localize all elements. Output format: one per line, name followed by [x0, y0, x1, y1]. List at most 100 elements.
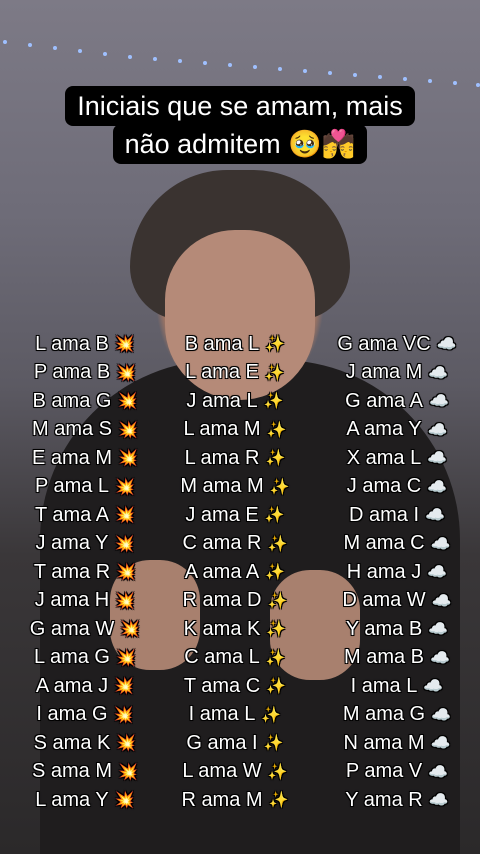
initials-row: M ama B ☁️	[322, 644, 472, 673]
collision-icon: 💥	[114, 336, 135, 354]
sparkles-icon: ✨	[264, 364, 285, 382]
sparkles-icon: ✨	[266, 621, 287, 639]
collision-icon: 💥	[116, 649, 136, 667]
sparkles-icon: ✨	[267, 535, 288, 553]
cloud-icon: ☁️	[436, 336, 457, 354]
initials-row: L ama R ✨	[160, 444, 310, 473]
initials-text: E ama M	[31, 446, 113, 469]
initials-row: G ama W 💥	[10, 615, 160, 644]
collision-icon: 💥	[116, 564, 137, 582]
initials-row: G ama I ✨	[160, 729, 310, 758]
cloud-icon: ☁️	[428, 393, 449, 411]
initials-row: A ama Y ☁️	[322, 416, 472, 445]
initials-row: J ama E ✨	[160, 501, 310, 530]
initials-text: M ama C	[343, 532, 425, 555]
initials-row: D ama I ☁️	[322, 501, 472, 530]
initials-row: J ama L ✨	[160, 387, 310, 416]
initials-text: C ama L	[184, 646, 260, 669]
cloud-icon: ☁️	[425, 507, 445, 525]
collision-icon: 💥	[120, 621, 141, 639]
initials-row: J ama M ☁️	[322, 359, 472, 388]
initials-text: I ama L	[350, 674, 418, 697]
cloud-icon: ☁️	[427, 450, 448, 468]
initials-text: I ama L	[188, 703, 256, 726]
collision-icon: 💥	[114, 678, 135, 696]
collision-icon: 💥	[118, 763, 138, 781]
initials-row: L ama W ✨	[160, 758, 310, 787]
initials-row: I ama L ✨	[160, 701, 310, 730]
initials-text: J ama C	[346, 475, 422, 498]
cloud-icon: ☁️	[423, 678, 444, 696]
collision-icon: 💥	[117, 393, 138, 411]
initials-row: R ama D ✨	[160, 587, 310, 616]
initials-row: P ama B 💥	[10, 359, 160, 388]
initials-row: J ama C ☁️	[322, 473, 472, 502]
initials-row: N ama M ☁️	[322, 729, 472, 758]
initials-text: J ama M	[345, 361, 423, 384]
initials-text: A ama A	[184, 560, 260, 583]
initials-text: L ama W	[182, 760, 262, 783]
cloud-icon: ☁️	[427, 478, 448, 496]
initials-row: M ama S 💥	[10, 416, 160, 445]
initials-row: R ama M ✨	[160, 786, 310, 815]
cloud-icon: ☁️	[427, 421, 448, 439]
cloud-icon: ☁️	[427, 564, 448, 582]
initials-column-3: G ama VC ☁️ J ama M ☁️ G ama A ☁️ A ama Y ☁️ X a…	[322, 330, 472, 815]
cloud-icon: ☁️	[428, 621, 449, 639]
initials-text: M ama G	[342, 703, 426, 726]
initials-text: Y ama R	[345, 788, 423, 811]
collision-icon: 💥	[118, 421, 138, 439]
collision-icon: 💥	[116, 735, 137, 753]
sparkles-icon: ✨	[265, 564, 286, 582]
initials-row: G ama VC ☁️	[322, 330, 472, 359]
initials-text: H ama J	[346, 560, 422, 583]
sparkles-icon: ✨	[261, 706, 282, 724]
initials-text: L ama Y	[35, 788, 109, 811]
initials-row: I ama G 💥	[10, 701, 160, 730]
initials-row: I ama L ☁️	[322, 672, 472, 701]
sparkles-icon: ✨	[263, 393, 284, 411]
video-caption: Iniciais que se amam, mais não admitem 🥹…	[0, 86, 480, 164]
initials-text: J ama H	[34, 589, 110, 612]
initials-row: L ama G 💥	[10, 644, 160, 673]
initials-row: P ama L 💥	[10, 473, 160, 502]
initials-text: A ama J	[35, 674, 109, 697]
sparkles-icon: ✨	[265, 450, 286, 468]
initials-text: G ama A	[345, 389, 423, 412]
collision-icon: 💥	[115, 592, 136, 610]
initials-text: J ama Y	[35, 532, 109, 555]
initials-text: T ama C	[183, 674, 261, 697]
initials-row: L ama Y 💥	[10, 786, 160, 815]
initials-text: K ama K	[183, 617, 261, 640]
collision-icon: 💥	[118, 450, 138, 468]
initials-column-1: L ama B 💥 P ama B 💥 B ama G 💥 M ama S 💥 E ama M 💥…	[10, 330, 160, 815]
initials-column-2: B ama L ✨ L ama E ✨ J ama L ✨ L ama M ✨ L ama R ✨…	[160, 330, 310, 815]
initials-text: L ama B	[35, 332, 109, 355]
initials-row: Y ama R ☁️	[322, 786, 472, 815]
initials-row: T ama A 💥	[10, 501, 160, 530]
caption-line-1: Iniciais que se amam, mais	[65, 86, 415, 126]
initials-text: M ama S	[31, 418, 113, 441]
sparkles-icon: ✨	[266, 421, 287, 439]
cloud-icon: ☁️	[431, 706, 452, 724]
caption-line-2: não admitem 🥹💏	[112, 124, 368, 164]
initials-row: L ama E ✨	[160, 359, 310, 388]
initials-text: I ama G	[36, 703, 108, 726]
initials-text: L ama E	[185, 361, 259, 384]
collision-icon: 💥	[116, 364, 137, 382]
collision-icon: 💥	[114, 792, 135, 810]
initials-row: S ama M 💥	[10, 758, 160, 787]
initials-row: T ama C ✨	[160, 672, 310, 701]
sparkles-icon: ✨	[269, 478, 290, 496]
initials-row: X ama L ☁️	[322, 444, 472, 473]
initials-row: B ama G 💥	[10, 387, 160, 416]
collision-icon: 💥	[114, 535, 135, 553]
sparkles-icon: ✨	[267, 763, 288, 781]
sparkles-icon: ✨	[267, 592, 288, 610]
initials-row: C ama L ✨	[160, 644, 310, 673]
cloud-icon: ☁️	[430, 649, 450, 667]
initials-row: J ama H 💥	[10, 587, 160, 616]
cloud-icon: ☁️	[428, 364, 449, 382]
initials-text: X ama L	[346, 446, 422, 469]
initials-text: D ama I	[348, 503, 420, 526]
